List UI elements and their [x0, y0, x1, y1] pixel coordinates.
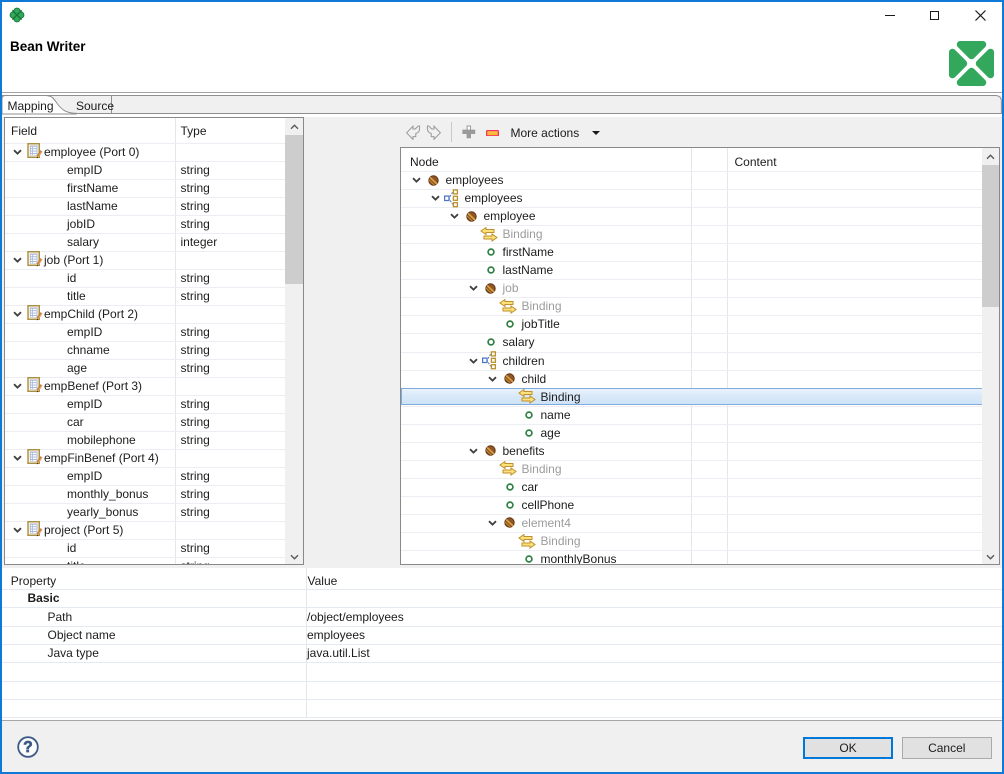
svg-text:?: ?	[23, 739, 32, 756]
